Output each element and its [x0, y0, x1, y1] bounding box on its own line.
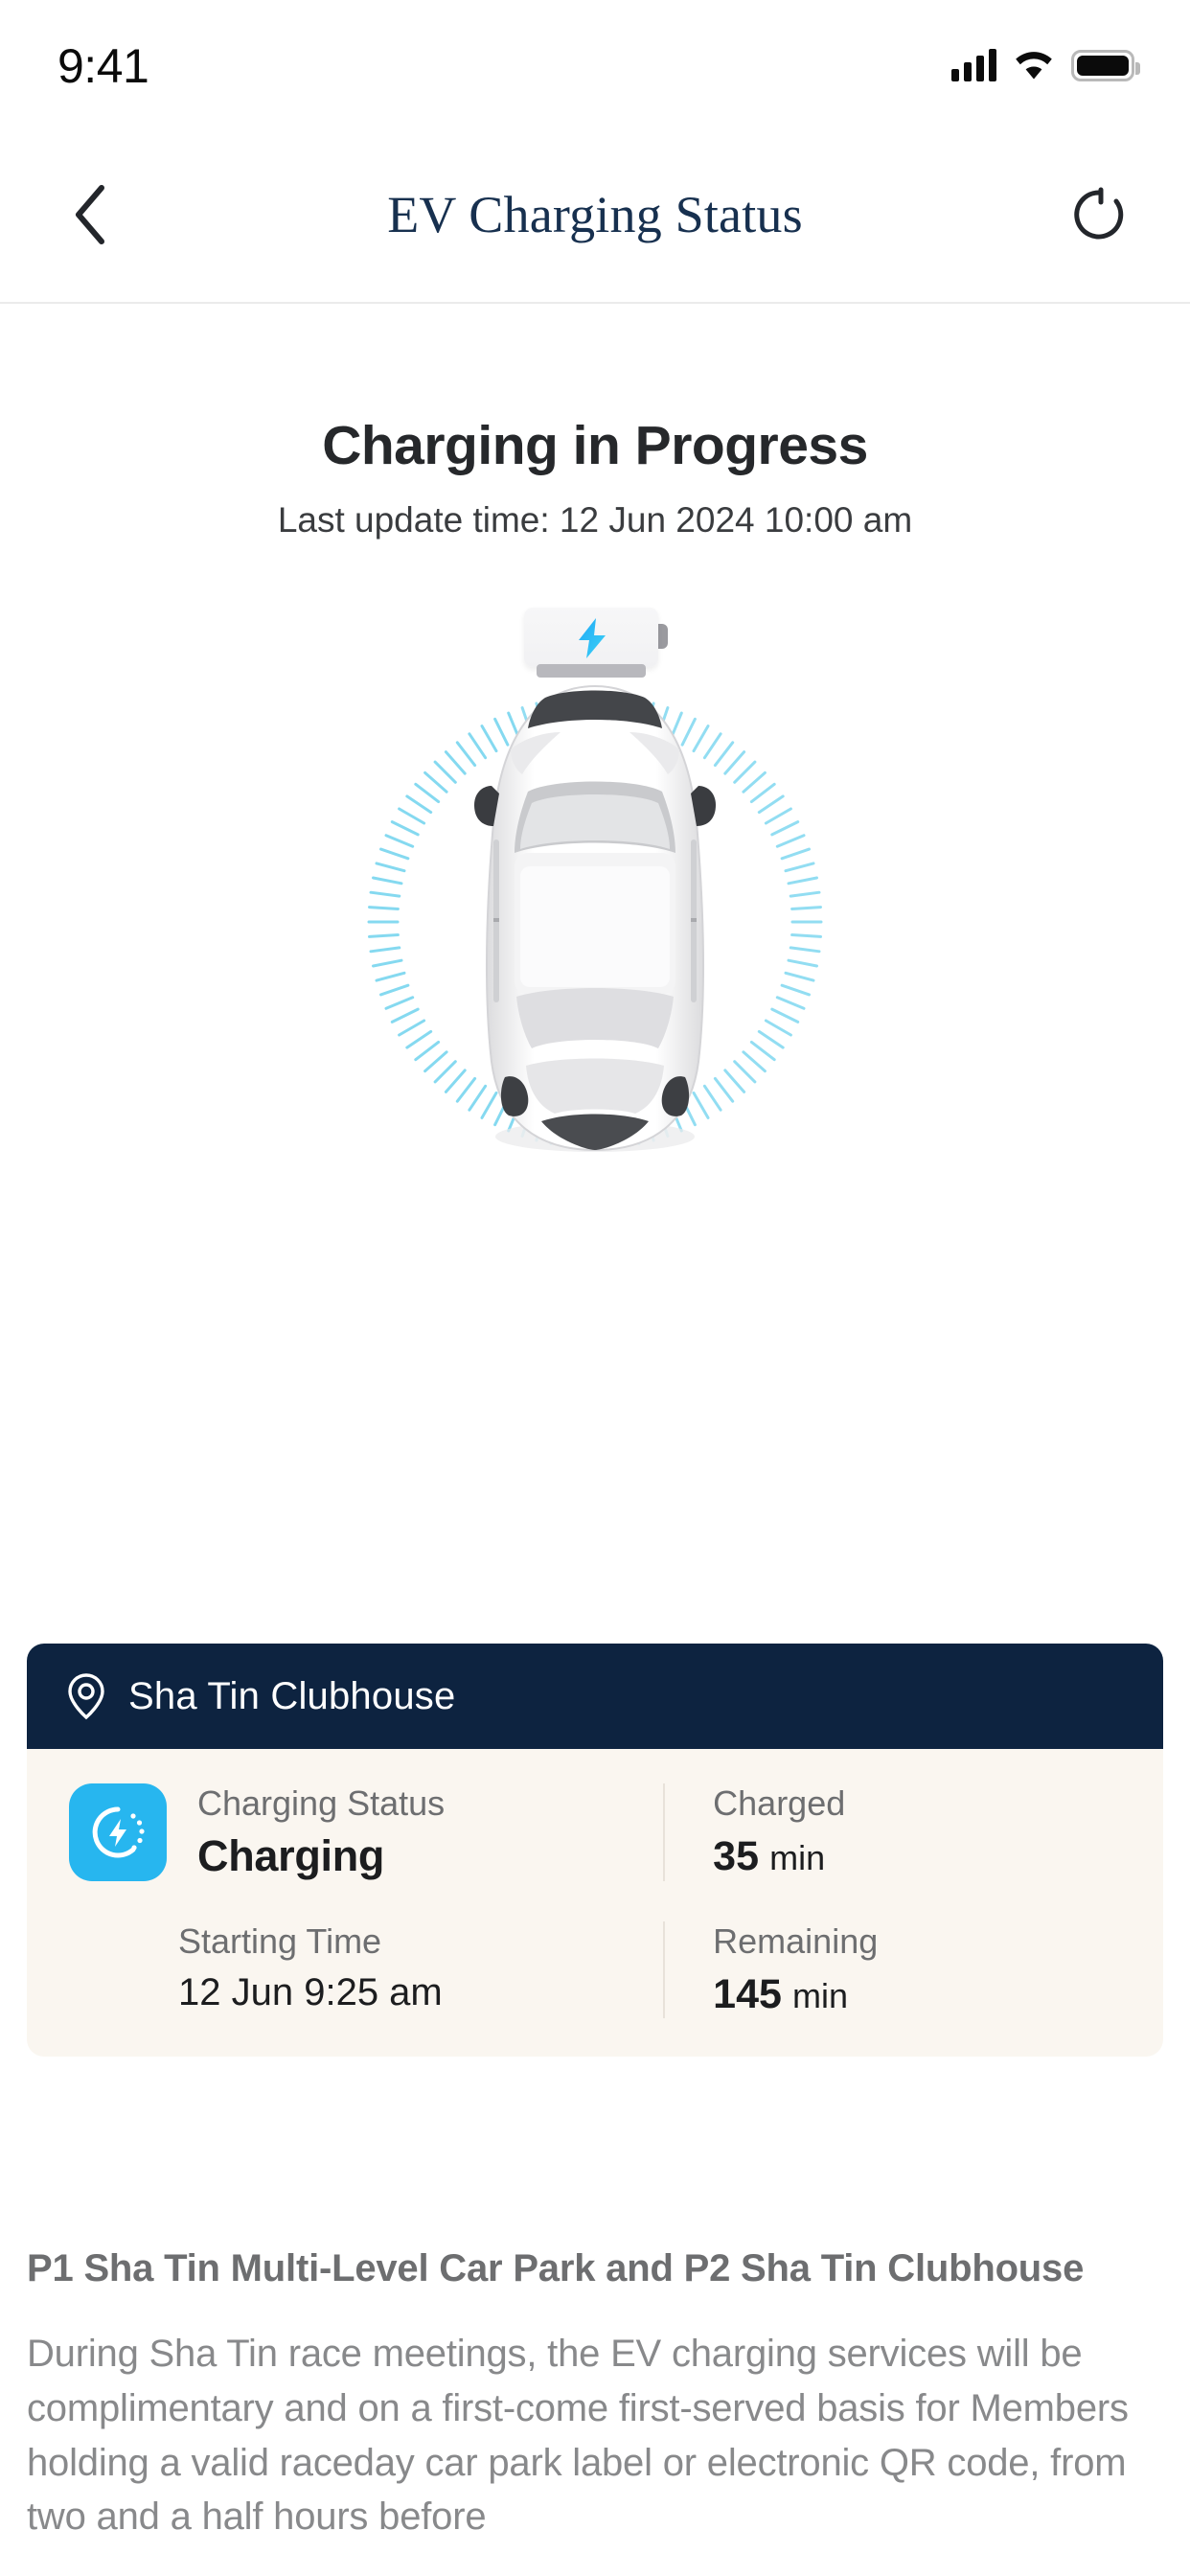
remaining-value: 145: [713, 1971, 782, 2017]
starting-time-label: Starting Time: [178, 1921, 382, 1961]
charging-status-icon: [69, 1783, 167, 1881]
last-update-time: Last update time: 12 Jun 2024 10:00 am: [277, 500, 913, 540]
location-pin-icon: [68, 1673, 104, 1720]
remaining-value-wrap: 145 min: [713, 1971, 1163, 2018]
charged-unit: min: [769, 1838, 826, 1877]
remaining-label: Remaining: [713, 1921, 879, 1961]
car-body-illustration: [474, 684, 716, 1152]
charged-value: 35: [713, 1833, 759, 1879]
cellular-signal-icon: [951, 49, 996, 81]
carpark-info-section: P1 Sha Tin Multi-Level Car Park and P2 S…: [27, 2242, 1163, 2544]
status-bar: 9:41: [0, 0, 1190, 126]
status-bar-time: 9:41: [57, 39, 149, 93]
starting-time-field: Starting Time 12 Jun 9:25 am: [27, 1921, 663, 2018]
hero-section: Charging in Progress Last update time: 1…: [0, 304, 1190, 1152]
charging-status-field: Charging Status Charging: [27, 1783, 663, 1881]
charging-status-value: Charging: [197, 1831, 385, 1880]
charged-field: Charged 35 min: [663, 1783, 1163, 1881]
charge-gauge-icon: [92, 1806, 145, 1858]
chevron-left-icon: [76, 184, 104, 244]
remaining-unit: min: [792, 1976, 849, 2015]
location-name: Sha Tin Clubhouse: [128, 1674, 456, 1717]
charging-headline: Charging in Progress: [322, 415, 868, 476]
battery-charging-icon: [524, 608, 668, 680]
starting-time-value: 12 Jun 9:25 am: [178, 1971, 443, 2013]
app-screen: 9:41 EV Charging Status Charging in Prog…: [0, 0, 1190, 2576]
electric-car-top-view: [365, 684, 825, 1152]
carpark-info-body: During Sha Tin race meetings, the EV cha…: [27, 2333, 1129, 2539]
status-bar-indicators: [951, 45, 1140, 81]
refresh-icon: [1074, 187, 1124, 239]
refresh-button[interactable]: [1065, 181, 1133, 248]
navigation-bar: EV Charging Status: [0, 126, 1190, 304]
charged-value-wrap: 35 min: [713, 1833, 1163, 1880]
card-row-2: Starting Time 12 Jun 9:25 am Remaining 1…: [27, 1921, 1163, 2018]
wifi-icon: [1016, 51, 1052, 79]
page-title: EV Charging Status: [387, 185, 803, 243]
carpark-info-heading: P1 Sha Tin Multi-Level Car Park and P2 S…: [27, 2247, 1085, 2289]
lightning-bolt-icon: [579, 618, 606, 658]
card-row-1: Charging Status Charging Charged 35 min: [27, 1783, 1163, 1881]
remaining-field: Remaining 145 min: [663, 1921, 1163, 2018]
charging-status-label: Charging Status: [197, 1783, 446, 1823]
charged-label: Charged: [713, 1783, 846, 1823]
card-body: Charging Status Charging Charged 35 min …: [27, 1749, 1163, 2057]
battery-full-icon: [1071, 49, 1140, 81]
card-location-header: Sha Tin Clubhouse: [27, 1644, 1163, 1749]
back-button[interactable]: [57, 181, 125, 248]
charging-info-card: Sha Tin Clubhouse Charging Status Chargi…: [27, 1644, 1163, 2057]
